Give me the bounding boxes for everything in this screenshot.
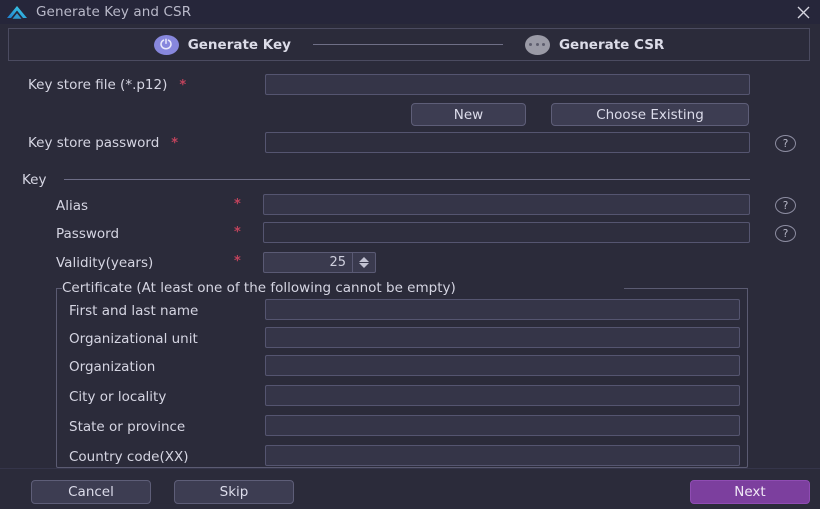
cert-input-city-or-locality[interactable] (265, 385, 740, 406)
validity-value[interactable]: 25 (264, 253, 352, 272)
key-alias-required: * (234, 197, 241, 212)
keystore-password-input[interactable] (265, 132, 750, 153)
validity-spinner-arrows[interactable] (352, 253, 375, 272)
key-group-title: Key (22, 172, 53, 188)
key-alias-input[interactable] (263, 194, 750, 215)
cert-field-label-3: City or locality (69, 386, 166, 408)
keystore-password-label: Key store password (28, 135, 160, 151)
title-bar: Generate Key and CSR (0, 0, 820, 24)
key-password-label-row: Password (56, 223, 119, 245)
key-password-help-icon[interactable]: ? (775, 225, 796, 242)
choose-existing-button[interactable]: Choose Existing (551, 103, 749, 126)
key-validity-required: * (234, 254, 241, 269)
key-password-required: * (234, 225, 241, 240)
key-alias-label: Alias (56, 198, 89, 214)
step-label-generate-csr: Generate CSR (558, 36, 665, 53)
key-loop-icon (153, 34, 179, 55)
cert-field-label-5: Country code(XX) (69, 446, 189, 468)
keystore-password-required: * (171, 135, 179, 151)
chevron-up-icon[interactable] (359, 257, 369, 262)
cert-field-label-1: Organizational unit (69, 328, 198, 350)
key-validity-label: Validity(years) (56, 255, 154, 271)
cert-label-city-or-locality: City or locality (69, 389, 167, 405)
cert-label-first-and-last-name: First and last name (69, 303, 199, 319)
keystore-file-input[interactable] (265, 74, 750, 95)
keystore-file-label-row: Key store file (*.p12) * (28, 74, 186, 96)
skip-button[interactable]: Skip (174, 480, 294, 504)
step-generate-key[interactable]: Generate Key (153, 34, 291, 55)
window-title: Generate Key and CSR (36, 4, 192, 20)
cert-label-organization: Organization (69, 359, 156, 375)
close-icon[interactable] (792, 2, 814, 22)
cert-label-state-or-province: State or province (69, 419, 186, 435)
cert-input-first-and-last-name[interactable] (265, 299, 740, 320)
cancel-button[interactable]: Cancel (31, 480, 151, 504)
cert-label-organizational-unit: Organizational unit (69, 331, 198, 347)
keystore-file-label: Key store file (*.p12) (28, 77, 168, 93)
keystore-file-required: * (179, 77, 187, 93)
chevron-down-icon[interactable] (359, 263, 369, 268)
footer-separator (0, 468, 820, 469)
step-generate-csr[interactable]: Generate CSR (524, 34, 665, 55)
cert-input-country-code[interactable] (265, 445, 740, 466)
three-dots-icon (524, 34, 550, 55)
key-password-label: Password (56, 226, 120, 242)
keystore-password-help-icon[interactable]: ? (775, 135, 796, 152)
validity-spinner[interactable]: 25 (263, 252, 376, 273)
cert-field-label-2: Organization (69, 356, 155, 378)
cert-field-label-0: First and last name (69, 300, 198, 322)
key-validity-label-row: Validity(years) (56, 252, 153, 274)
cert-input-organizational-unit[interactable] (265, 327, 740, 348)
key-password-input[interactable] (263, 222, 750, 243)
next-button[interactable]: Next (690, 480, 810, 504)
key-alias-help-icon[interactable]: ? (775, 197, 796, 214)
cert-input-state-or-province[interactable] (265, 415, 740, 436)
keystore-password-label-row: Key store password * (28, 132, 178, 154)
cloud-arrow-logo-icon (4, 1, 30, 23)
cert-field-label-4: State or province (69, 416, 185, 438)
cert-input-organization[interactable] (265, 355, 740, 376)
stepper-connector (312, 44, 503, 45)
key-alias-label-row: Alias (56, 195, 88, 217)
new-button[interactable]: New (411, 103, 526, 126)
key-group-divider (64, 179, 750, 180)
step-label-generate-key: Generate Key (187, 36, 291, 53)
wizard-stepper: Generate Key Generate CSR (8, 28, 810, 61)
cert-label-country-code: Country code(XX) (69, 449, 189, 465)
